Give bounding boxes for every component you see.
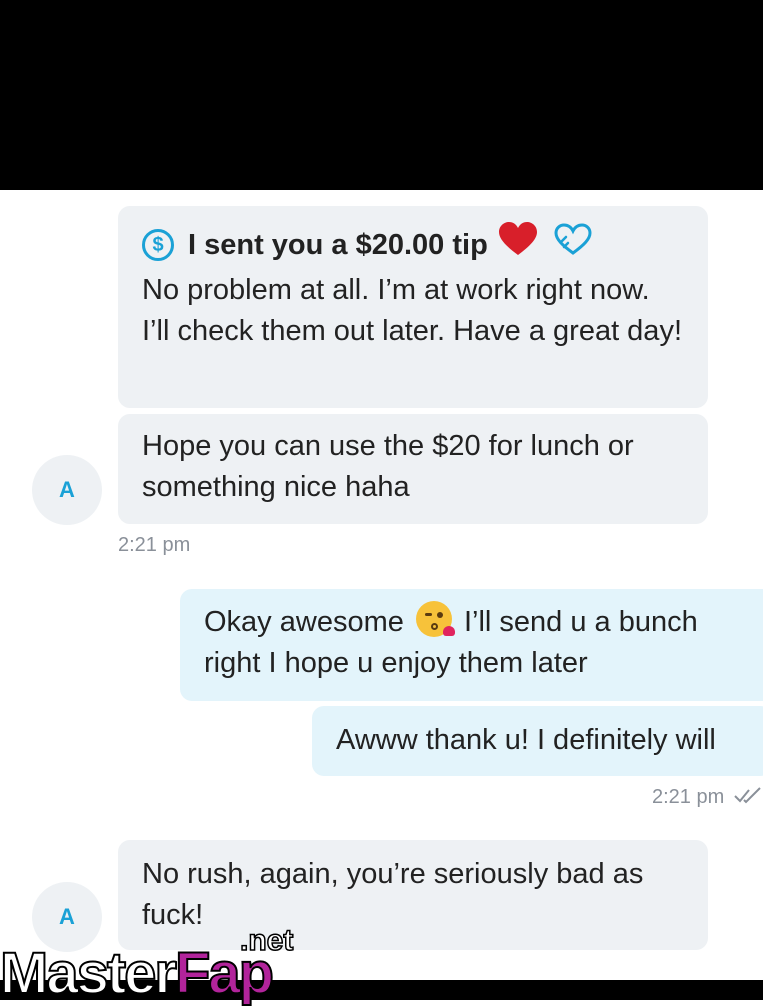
message-text: Hope you can use the $20 for lunch or so…: [142, 430, 634, 503]
chat-area[interactable]: $ I sent you a $20.00 tip No problem at …: [0, 190, 763, 980]
incoming-message[interactable]: Hope you can use the $20 for lunch or so…: [118, 414, 708, 524]
avatar-initial: A: [59, 477, 75, 502]
message-text: No problem at all. I’m at work right now…: [142, 274, 682, 347]
kissing-face-emoji: [415, 601, 455, 637]
incoming-message-tip[interactable]: $ I sent you a $20.00 tip No problem at …: [118, 206, 708, 408]
avatar[interactable]: A: [32, 455, 102, 525]
watermark-net: .net: [239, 923, 294, 958]
double-check-icon: [734, 787, 762, 811]
watermark-master: Master: [0, 940, 178, 1007]
message-timestamp: 2:21 pm: [118, 534, 191, 556]
tip-line: $ I sent you a $20.00 tip: [142, 222, 684, 268]
message-text-part: Okay awesome: [204, 606, 404, 638]
message-text: Awww thank u! I definitely will: [336, 724, 716, 756]
tip-text: I sent you a $20.00 tip: [188, 228, 488, 261]
outgoing-message[interactable]: Awww thank u! I definitely will: [312, 706, 763, 776]
watermark-text: MasterFap: [0, 940, 275, 1007]
watermark: MasterFap .net: [0, 922, 320, 1007]
dollar-circle-icon: $: [142, 229, 174, 261]
outgoing-message[interactable]: Okay awesome I’ll send u a bunch right I…: [180, 589, 763, 701]
black-top-bar: [0, 0, 763, 190]
outline-heart-icon[interactable]: [554, 223, 592, 267]
red-heart-icon: [498, 222, 538, 268]
timestamp-text: 2:21 pm: [652, 786, 725, 808]
message-timestamp: 2:21 pm: [652, 786, 762, 811]
